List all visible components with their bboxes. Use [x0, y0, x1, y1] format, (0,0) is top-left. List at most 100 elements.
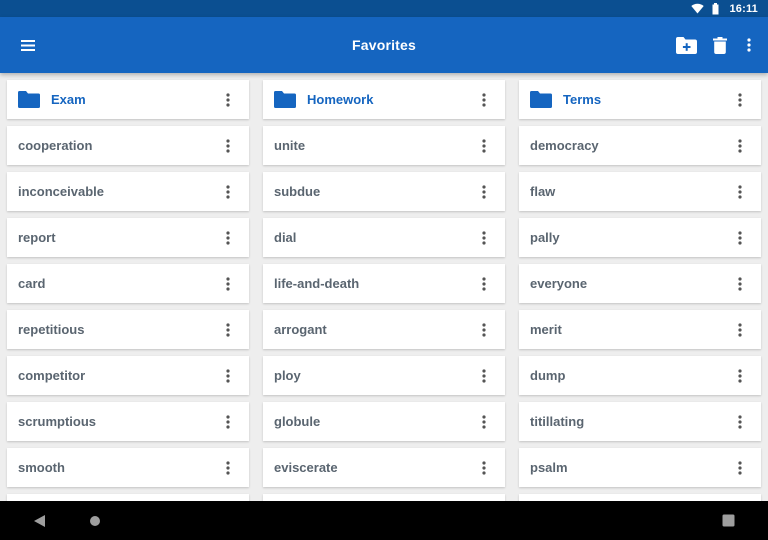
item-menu-button[interactable] [473, 135, 495, 157]
item-menu-button[interactable] [729, 273, 751, 295]
home-icon [90, 515, 100, 526]
word-card[interactable]: democracy [519, 126, 761, 165]
item-menu-button[interactable] [473, 227, 495, 249]
new-folder-button[interactable] [666, 25, 706, 65]
more-vert-icon [482, 277, 486, 291]
word-label: subdue [274, 184, 321, 199]
status-time: 16:11 [729, 2, 758, 15]
word-card[interactable]: flaw [519, 172, 761, 211]
more-vert-icon [226, 185, 230, 199]
more-vert-icon [226, 277, 230, 291]
word-label: report [18, 230, 56, 245]
word-card[interactable]: eviscerate [263, 448, 505, 487]
folder-name: Exam [51, 92, 86, 107]
more-vert-icon [482, 369, 486, 383]
item-menu-button[interactable] [217, 457, 239, 479]
folder-icon [530, 91, 552, 108]
item-menu-button[interactable] [217, 135, 239, 157]
folder-card[interactable]: Exam [7, 80, 249, 119]
word-label: dial [274, 230, 297, 245]
word-label: life-and-death [274, 276, 360, 291]
back-button[interactable] [19, 501, 59, 540]
word-label: flaw [530, 184, 556, 199]
word-card[interactable]: life-and-death [263, 264, 505, 303]
word-card[interactable]: dump [519, 356, 761, 395]
word-label: democracy [530, 138, 599, 153]
word-card[interactable]: titillating [519, 402, 761, 441]
partial-card[interactable] [7, 494, 249, 501]
item-menu-button[interactable] [729, 227, 751, 249]
word-card[interactable]: competitor [7, 356, 249, 395]
more-vert-icon [482, 461, 486, 475]
item-menu-button[interactable] [729, 365, 751, 387]
more-vert-icon [738, 277, 742, 291]
word-label: eviscerate [274, 460, 338, 475]
more-vert-icon [226, 231, 230, 245]
item-menu-button[interactable] [217, 227, 239, 249]
item-menu-button[interactable] [473, 319, 495, 341]
word-card[interactable]: scrumptious [7, 402, 249, 441]
word-card[interactable]: report [7, 218, 249, 257]
item-menu-button[interactable] [729, 411, 751, 433]
item-menu-button[interactable] [473, 457, 495, 479]
word-card[interactable]: subdue [263, 172, 505, 211]
item-menu-button[interactable] [473, 89, 495, 111]
more-vert-icon [226, 461, 230, 475]
item-menu-button[interactable] [473, 411, 495, 433]
more-vert-icon [738, 461, 742, 475]
item-menu-button[interactable] [217, 181, 239, 203]
word-card[interactable]: everyone [519, 264, 761, 303]
folder-card[interactable]: Terms [519, 80, 761, 119]
more-vert-icon [226, 323, 230, 337]
item-menu-button[interactable] [473, 273, 495, 295]
word-card[interactable]: card [7, 264, 249, 303]
recents-icon [722, 514, 734, 527]
item-menu-button[interactable] [217, 319, 239, 341]
word-card[interactable]: cooperation [7, 126, 249, 165]
more-vert-icon [738, 415, 742, 429]
more-options-button[interactable] [734, 25, 764, 65]
battery-icon [712, 2, 719, 15]
more-vert-icon [226, 369, 230, 383]
item-menu-button[interactable] [729, 181, 751, 203]
menu-button[interactable] [8, 25, 48, 65]
word-card[interactable]: ploy [263, 356, 505, 395]
favorites-column: Exam cooperation inconceivable report ca… [7, 80, 249, 501]
word-card[interactable]: unite [263, 126, 505, 165]
page-title: Favorites [351, 37, 417, 53]
word-label: merit [530, 322, 562, 337]
word-label: cooperation [18, 138, 93, 153]
partial-card[interactable] [519, 494, 761, 501]
item-menu-button[interactable] [217, 411, 239, 433]
recents-button[interactable] [708, 501, 748, 540]
word-card[interactable]: globule [263, 402, 505, 441]
word-card[interactable]: dial [263, 218, 505, 257]
folder-card[interactable]: Homework [263, 80, 505, 119]
status-bar: 16:11 [0, 0, 768, 17]
item-menu-button[interactable] [729, 135, 751, 157]
word-card[interactable]: inconceivable [7, 172, 249, 211]
item-menu-button[interactable] [217, 89, 239, 111]
item-menu-button[interactable] [473, 365, 495, 387]
item-menu-button[interactable] [729, 457, 751, 479]
word-card[interactable]: pally [519, 218, 761, 257]
word-label: arrogant [274, 322, 327, 337]
word-card[interactable]: psalm [519, 448, 761, 487]
delete-button[interactable] [706, 25, 734, 65]
item-menu-button[interactable] [217, 365, 239, 387]
item-menu-button[interactable] [217, 273, 239, 295]
folder-name: Homework [307, 92, 374, 107]
item-menu-button[interactable] [729, 319, 751, 341]
item-menu-button[interactable] [729, 89, 751, 111]
home-button[interactable] [75, 501, 115, 540]
word-card[interactable]: arrogant [263, 310, 505, 349]
more-vert-icon [226, 415, 230, 429]
item-menu-button[interactable] [473, 181, 495, 203]
word-card[interactable]: repetitious [7, 310, 249, 349]
partial-card[interactable] [263, 494, 505, 501]
word-label: ploy [274, 368, 301, 383]
word-label: card [18, 276, 46, 291]
word-card[interactable]: merit [519, 310, 761, 349]
word-card[interactable]: smooth [7, 448, 249, 487]
back-icon [33, 514, 45, 527]
